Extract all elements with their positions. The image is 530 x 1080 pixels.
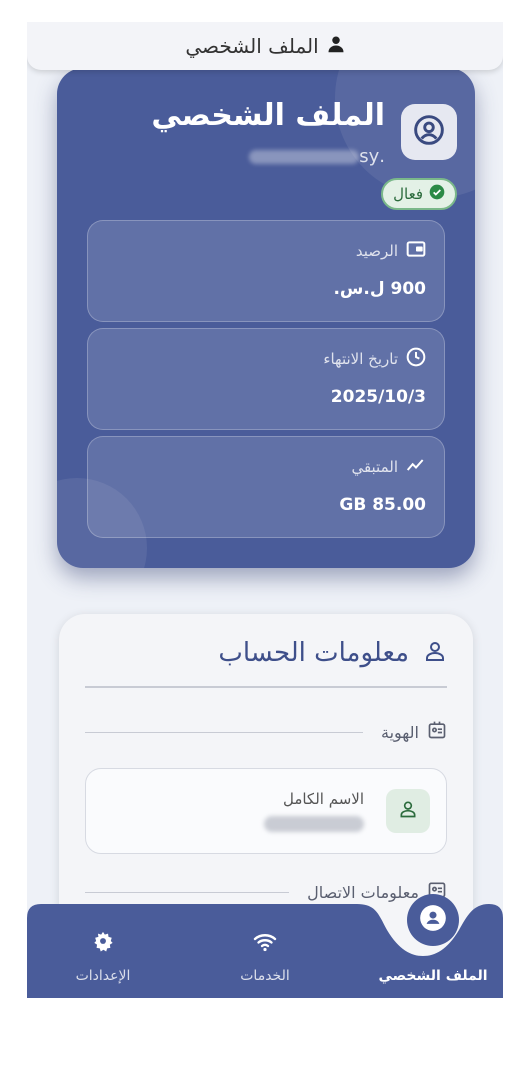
remaining-label: المتبقي	[351, 458, 398, 476]
profile-email: .sy	[247, 146, 385, 167]
user-circle-icon	[413, 114, 445, 150]
contact-section-label: معلومات الاتصال	[307, 882, 419, 902]
blurred-email	[249, 149, 360, 164]
balance-label: الرصيد	[355, 242, 398, 260]
account-title: معلومات الحساب	[218, 638, 409, 668]
divider	[85, 686, 447, 688]
expiry-box: تاريخ الانتهاء 2025/10/3	[87, 328, 445, 430]
full-name-field[interactable]: الاسم الكامل	[85, 768, 447, 854]
identity-section-label: الهوية	[381, 722, 419, 742]
page-title: الملف الشخصي	[185, 34, 319, 58]
nav-label-services: الخدمات	[240, 968, 290, 984]
nav-label-settings: الإعدادات	[75, 968, 131, 984]
status-text: فعال	[393, 185, 423, 203]
active-indicator	[407, 894, 459, 946]
remaining-box: المتبقي GB 85.00	[87, 436, 445, 538]
profile-name: الملف الشخصي	[151, 98, 385, 133]
app-header: الملف الشخصي	[27, 22, 503, 70]
person-icon	[327, 35, 345, 57]
wifi-icon	[253, 930, 277, 958]
bottom-nav: الملف الشخصي الخدمات الإعدادات	[27, 894, 503, 998]
full-name-label: الاسم الكامل	[282, 790, 364, 808]
section-line	[85, 891, 290, 893]
identity-section-header: الهوية	[85, 720, 447, 744]
expiry-value: 2025/10/3	[330, 387, 426, 407]
status-badge: فعال	[381, 178, 457, 210]
blurred-full-name	[264, 816, 364, 832]
nav-item-profile[interactable]: الملف الشخصي	[363, 894, 503, 998]
balance-box: الرصيد 900 ل.س.	[87, 220, 445, 322]
nav-item-services[interactable]: الخدمات	[195, 904, 335, 998]
phone-screen: الملف الشخصي الملف الشخصي .sy فعال الرصي…	[27, 22, 503, 998]
wallet-icon	[406, 239, 426, 263]
profile-card: الملف الشخصي .sy فعال الرصيد 900 ل.س. تا…	[57, 68, 475, 568]
remaining-value: GB 85.00	[339, 495, 426, 515]
nav-item-settings[interactable]: الإعدادات	[33, 904, 173, 998]
person-outline-icon	[398, 799, 418, 823]
id-card-icon	[427, 720, 447, 744]
field-icon-box	[386, 789, 430, 833]
contact-section-header: معلومات الاتصال	[85, 880, 447, 904]
expiry-label: تاريخ الانتهاء	[323, 350, 398, 368]
nav-label-profile: الملف الشخصي	[378, 968, 488, 984]
person-icon	[419, 904, 447, 936]
section-line	[85, 731, 363, 733]
clock-icon	[406, 347, 426, 371]
check-circle-icon	[429, 184, 445, 204]
avatar[interactable]	[401, 104, 457, 160]
email-suffix: .sy	[359, 146, 385, 167]
balance-value: 900 ل.س.	[333, 279, 426, 299]
person-outline-icon	[423, 639, 447, 667]
gear-icon	[92, 930, 114, 956]
trend-icon	[406, 455, 426, 479]
